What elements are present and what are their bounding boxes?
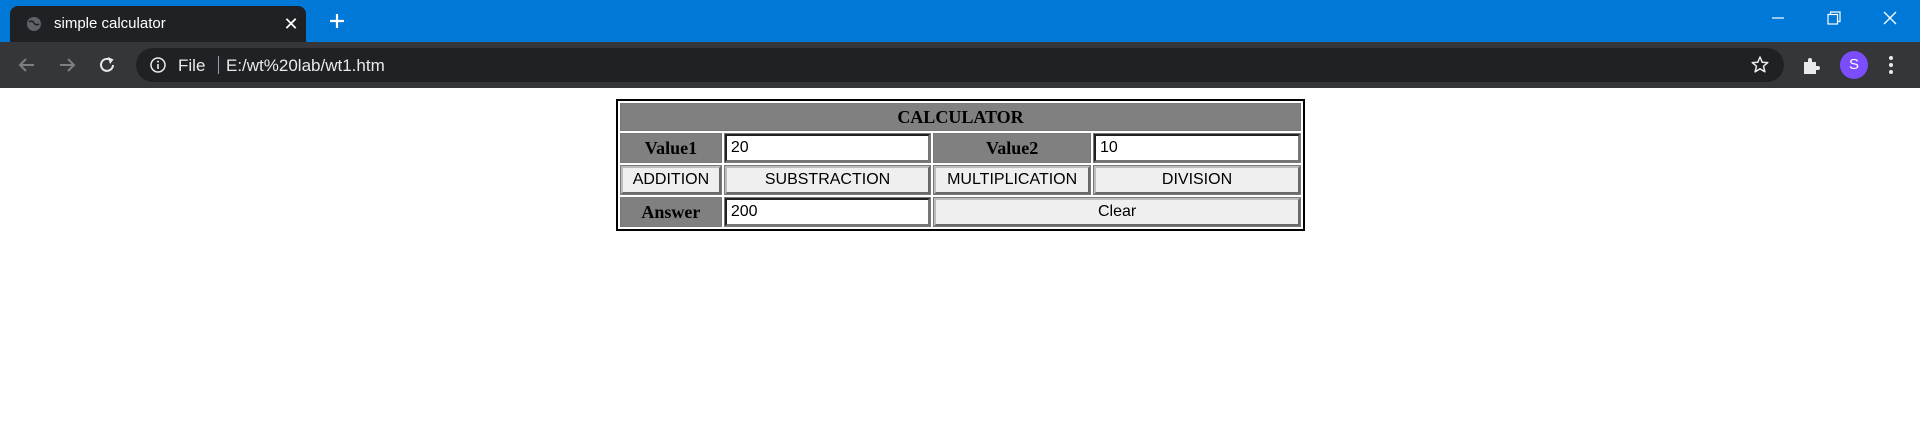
division-cell: DIVISION (1093, 165, 1301, 195)
puzzle-icon[interactable] (1800, 54, 1822, 76)
value1-input[interactable] (724, 134, 931, 162)
close-tab-icon[interactable]: ✕ (282, 15, 300, 33)
globe-icon (27, 17, 41, 31)
forward-icon[interactable] (54, 52, 80, 78)
clear-button[interactable]: Clear (934, 198, 1300, 226)
star-icon[interactable] (1750, 55, 1770, 75)
multiplication-button[interactable]: MULTIPLICATION (934, 166, 1091, 194)
value1-cell (723, 133, 932, 163)
browser-tab[interactable]: simple calculator ✕ (10, 6, 306, 42)
multiplication-cell: MULTIPLICATION (933, 165, 1092, 195)
tab-strip: simple calculator ✕ (0, 0, 1920, 42)
value2-cell (1093, 133, 1301, 163)
back-icon[interactable] (14, 52, 40, 78)
info-icon[interactable] (150, 57, 166, 73)
value2-label: Value2 (933, 133, 1092, 163)
address-url[interactable]: E:/wt%20lab/wt1.htm (226, 56, 385, 76)
addition-button[interactable]: ADDITION (621, 166, 721, 194)
address-bar[interactable]: File E:/wt%20lab/wt1.htm (136, 48, 1784, 82)
calculator-title: CALCULATOR (620, 103, 1301, 131)
more-menu-icon[interactable] (1886, 54, 1896, 76)
restore-icon[interactable] (1806, 0, 1862, 36)
addition-cell: ADDITION (620, 165, 722, 195)
subtraction-cell: SUBSTRACTION (723, 165, 932, 195)
address-scheme: File (178, 56, 206, 75)
value2-input[interactable] (1094, 134, 1300, 162)
answer-input[interactable] (724, 198, 931, 226)
minimize-icon[interactable] (1750, 0, 1806, 36)
answer-label: Answer (620, 197, 722, 227)
reload-icon[interactable] (94, 52, 120, 78)
subtraction-button[interactable]: SUBSTRACTION (724, 166, 931, 194)
address-separator (218, 56, 219, 74)
tab-title: simple calculator (54, 15, 166, 32)
close-window-icon[interactable] (1862, 0, 1918, 36)
browser-toolbar: File E:/wt%20lab/wt1.htm S (0, 42, 1920, 88)
division-button[interactable]: DIVISION (1094, 166, 1300, 194)
calculator-table: CALCULATOR Value1 Value2 ADDITION SUBSTR… (616, 99, 1305, 231)
clear-cell: Clear (933, 197, 1301, 227)
new-tab-icon[interactable] (326, 10, 348, 32)
answer-cell (723, 197, 932, 227)
avatar[interactable]: S (1840, 51, 1868, 79)
value1-label: Value1 (620, 133, 722, 163)
